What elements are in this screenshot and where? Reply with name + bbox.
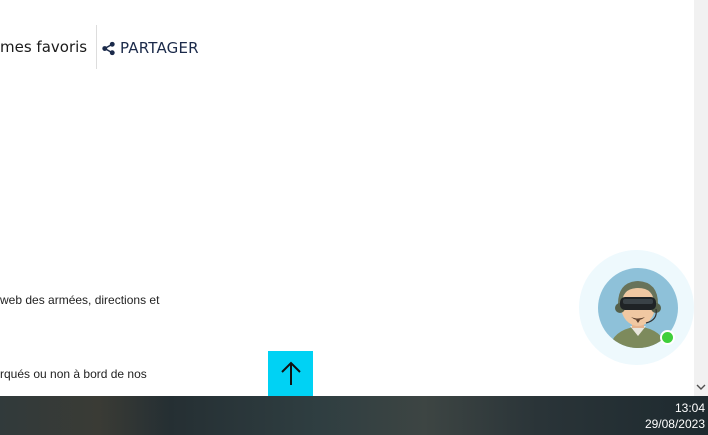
back-to-top-button[interactable] — [268, 351, 313, 396]
body-text-line: web des armées, directions et — [0, 293, 160, 307]
share-button[interactable]: PARTAGER — [101, 39, 199, 57]
page-viewport: mes favoris PARTAGER web des armées, dir… — [0, 0, 694, 396]
chevron-down-icon[interactable] — [694, 380, 708, 394]
body-text-line: rqués ou non à bord de nos — [0, 367, 147, 381]
clock-date: 29/08/2023 — [644, 417, 705, 431]
divider — [96, 25, 97, 69]
share-label: PARTAGER — [120, 39, 199, 57]
taskbar-clock[interactable]: 13:04 29/08/2023 — [645, 400, 705, 432]
share-icon — [102, 41, 115, 55]
arrow-up-icon — [280, 361, 301, 385]
favorites-link[interactable]: mes favoris — [0, 38, 87, 56]
vertical-scrollbar[interactable] — [694, 0, 708, 396]
taskbar: 13:04 29/08/2023 — [0, 396, 708, 435]
clock-time: 13:04 — [674, 401, 705, 415]
online-status-indicator — [660, 330, 675, 345]
